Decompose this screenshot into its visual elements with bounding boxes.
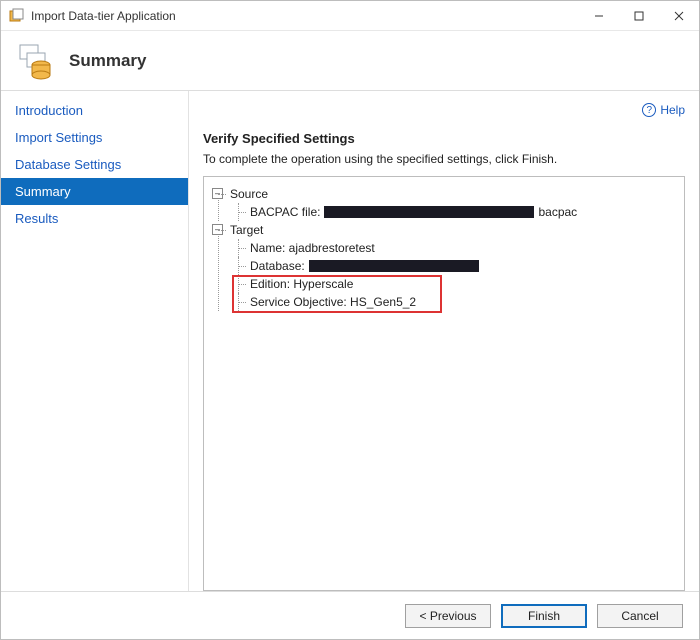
window-controls — [579, 1, 699, 30]
sidebar-item-introduction[interactable]: Introduction — [1, 97, 188, 124]
section-title: Verify Specified Settings — [203, 131, 685, 146]
bacpac-label: BACPAC file: — [250, 203, 320, 221]
dialog-window: Import Data-tier Application Summary — [0, 0, 700, 640]
tree-leaf-database: Database: — [230, 257, 678, 275]
bacpac-suffix: bacpac — [538, 203, 577, 221]
header: Summary — [1, 31, 699, 91]
collapse-icon[interactable]: – — [212, 224, 223, 235]
minimize-button[interactable] — [579, 1, 619, 30]
previous-button[interactable]: < Previous — [405, 604, 491, 628]
sidebar: Introduction Import Settings Database Se… — [1, 91, 189, 591]
body: Introduction Import Settings Database Se… — [1, 91, 699, 591]
tree-leaf-service: Service Objective: HS_Gen5_2 — [230, 293, 678, 311]
summary-icon — [17, 41, 57, 81]
help-label: Help — [660, 103, 685, 117]
sidebar-item-results[interactable]: Results — [1, 205, 188, 232]
main-pane: ? Help Verify Specified Settings To comp… — [189, 91, 699, 591]
target-edition-row: Edition: Hyperscale — [250, 275, 678, 293]
help-link[interactable]: ? Help — [642, 99, 685, 121]
redacted-database-name — [309, 260, 479, 272]
tree-label-target: Target — [230, 221, 678, 239]
window-title: Import Data-tier Application — [31, 9, 579, 23]
tree-node-source[interactable]: – Source BACPAC file: bacpac — [210, 185, 678, 221]
tree-leaf-name: Name: ajadbrestoretest — [230, 239, 678, 257]
tree-leaf-bacpac: BACPAC file: bacpac — [230, 203, 678, 221]
titlebar: Import Data-tier Application — [1, 1, 699, 31]
maximize-button[interactable] — [619, 1, 659, 30]
database-label: Database: — [250, 257, 305, 275]
instruction-text: To complete the operation using the spec… — [203, 152, 685, 166]
target-name-row: Name: ajadbrestoretest — [250, 239, 678, 257]
help-bar: ? Help — [203, 99, 685, 121]
collapse-icon[interactable]: – — [212, 188, 223, 199]
tree-node-target[interactable]: – Target Name: ajadbrestoretest Database… — [210, 221, 678, 311]
sidebar-item-import-settings[interactable]: Import Settings — [1, 124, 188, 151]
button-bar: < Previous Finish Cancel — [1, 591, 699, 639]
settings-tree: – Source BACPAC file: bacpac — [203, 176, 685, 591]
help-icon: ? — [642, 103, 656, 117]
page-title: Summary — [69, 51, 146, 71]
redacted-bacpac-path — [324, 206, 534, 218]
tree-label-source: Source — [230, 185, 678, 203]
sidebar-item-database-settings[interactable]: Database Settings — [1, 151, 188, 178]
app-icon — [9, 8, 25, 24]
cancel-button[interactable]: Cancel — [597, 604, 683, 628]
target-service-row: Service Objective: HS_Gen5_2 — [250, 293, 678, 311]
close-button[interactable] — [659, 1, 699, 30]
sidebar-item-summary[interactable]: Summary — [1, 178, 188, 205]
finish-button[interactable]: Finish — [501, 604, 587, 628]
tree-leaf-edition: Edition: Hyperscale — [230, 275, 678, 293]
